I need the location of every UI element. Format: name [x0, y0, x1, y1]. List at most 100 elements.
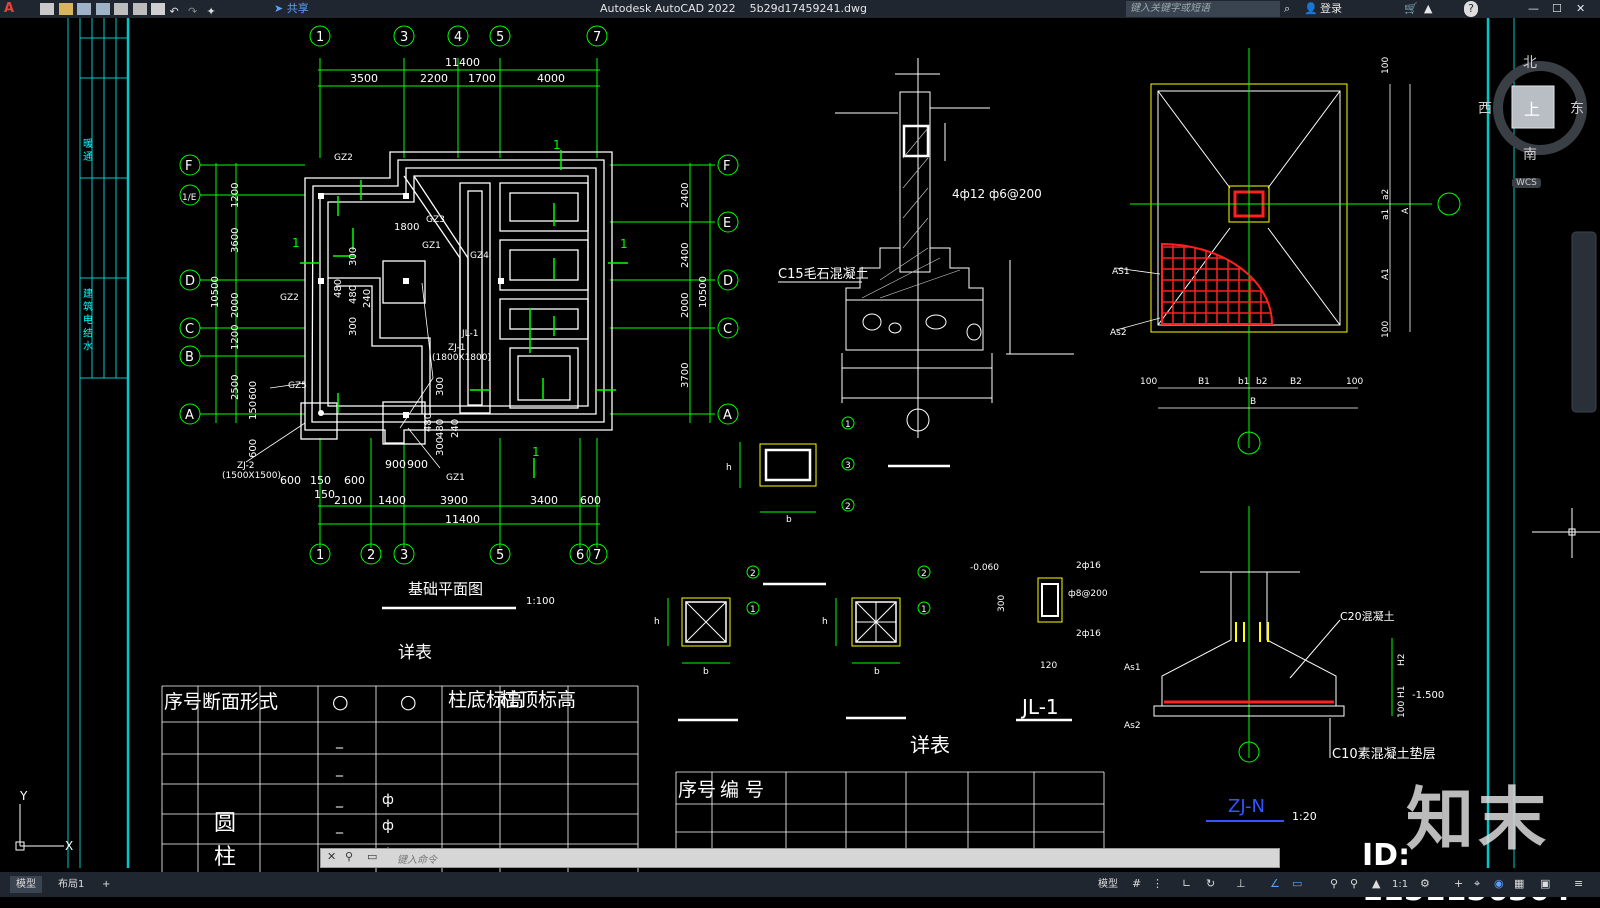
new-icon[interactable] — [40, 3, 54, 15]
axis-bubble-right-F: F — [717, 154, 739, 176]
annotation-scale-icon[interactable]: ▲ — [1372, 877, 1386, 891]
footing-section: C20混凝土 C10素混凝土垫层 -1.500 As1 As2 H2 H1 10… — [1124, 506, 1444, 823]
plan-dim-left-2: 3600 — [230, 228, 241, 253]
autoscale-icon[interactable]: ⚲ — [1350, 877, 1364, 891]
tab-layout1[interactable]: 布局1 — [52, 876, 90, 893]
snap-icon[interactable]: ⋮ — [1152, 877, 1166, 891]
table-right-h0: 序号 — [678, 779, 716, 801]
jl-stirrup: ф8@200 — [1068, 589, 1108, 599]
hardware-accel-icon[interactable]: ▦ — [1514, 877, 1528, 891]
lineweight-icon[interactable]: ▭ — [1292, 877, 1306, 891]
footing-label-a1: A1 — [1381, 268, 1391, 280]
cart-icon[interactable]: 🛒 — [1404, 1, 1418, 17]
otrack-icon[interactable]: ∠ — [1270, 877, 1284, 891]
axis-bubble-top-3: 3 — [393, 25, 415, 47]
crosshair-cursor — [1532, 508, 1600, 558]
jl-dim-elev: -0.060 — [970, 563, 999, 573]
publish-icon[interactable] — [132, 3, 147, 15]
viewcube-east[interactable]: 东 — [1570, 98, 1584, 118]
axis-bubble-top-4: 4 — [447, 25, 469, 47]
wcs-menu[interactable]: WCS — [1512, 178, 1541, 188]
svg-text:1: 1 — [316, 30, 324, 45]
viewcube-south[interactable]: 南 — [1523, 144, 1537, 164]
command-close-icon[interactable]: ✕ — [327, 850, 336, 863]
login-button[interactable]: 登录 — [1320, 1, 1342, 17]
foundation-plan: 11400 3500 2200 1700 4000 2100 1400 3900… — [179, 25, 739, 610]
isolate-icon[interactable]: ◉ — [1494, 877, 1508, 891]
viewcube-north[interactable]: 北 — [1523, 52, 1537, 72]
clean-screen-icon[interactable]: ▣ — [1540, 877, 1554, 891]
plan-dim-bottom-5: 600 — [580, 494, 601, 507]
save-as-icon[interactable] — [95, 3, 110, 15]
drawing-canvas[interactable]: 暖 通 建 筑 电 结 水 11400 3500 2200 1700 4000 … — [0, 18, 1600, 872]
svg-text:1/E: 1/E — [182, 193, 197, 203]
print-icon[interactable] — [151, 3, 165, 15]
search-input[interactable]: 键入关键字或短语 — [1126, 1, 1280, 17]
plan-label-zj2-size: (1500X1500) — [222, 471, 281, 481]
footing-dim-100d: 100 — [1381, 321, 1391, 338]
command-line[interactable]: ✕ ⚲ ▭ 键入命令 — [320, 848, 1280, 868]
open-icon[interactable] — [58, 3, 73, 15]
search-icon[interactable]: ⌕ — [1284, 1, 1290, 17]
annotation-visibility-icon[interactable]: ⚲ — [1330, 877, 1344, 891]
svg-text:D: D — [185, 274, 195, 289]
strip-label-2: 建 筑 电 结 水 — [81, 287, 93, 351]
svg-text:3: 3 — [400, 548, 408, 563]
minimize-icon[interactable]: — — [1528, 1, 1539, 17]
command-customize-icon[interactable]: ⚲ — [345, 850, 353, 863]
units-icon[interactable]: ⌖ — [1474, 877, 1488, 891]
plan-dim-inner-480c: 480 — [423, 413, 434, 432]
col3-marker-2: 2 — [921, 569, 927, 579]
tab-add[interactable]: + — [96, 876, 116, 893]
tab-model[interactable]: 模型 — [10, 876, 42, 893]
plan-dim-bottom-4: 3400 — [530, 494, 558, 507]
detail-table-right: 详表 序号 编 号 — [675, 733, 1105, 857]
plan-dim-inner-150b: 150 — [314, 488, 335, 501]
add-icon[interactable]: + — [1454, 877, 1468, 891]
user-icon[interactable]: 👤 — [1304, 1, 1318, 17]
save-icon[interactable] — [77, 3, 91, 15]
close-icon[interactable]: ✕ — [1576, 1, 1585, 17]
autodesk-account-icon[interactable]: ▲ — [1424, 1, 1432, 17]
osnap-icon[interactable]: ⊥ — [1236, 877, 1250, 891]
annotation-scale[interactable]: 1:1 — [1386, 876, 1414, 893]
plot-icon[interactable] — [114, 3, 128, 15]
share-button[interactable]: ➤ 共享 — [274, 1, 309, 17]
plan-dim-inner-480a: 480 — [333, 279, 344, 298]
viewcube-west[interactable]: 西 — [1478, 98, 1492, 118]
grid-icon[interactable]: # — [1132, 877, 1146, 891]
col2-marker-2: 2 — [750, 569, 756, 579]
plan-dim-top-total: 11400 — [445, 56, 480, 69]
workspace-gear-icon[interactable]: ⚙ — [1420, 877, 1434, 891]
axis-bubbles: 1 3 4 5 71 2 3 5 6 7F1/EDCBAFEDCA — [179, 25, 739, 565]
svg-text:3: 3 — [400, 30, 408, 45]
undo-icon[interactable]: ↶ — [170, 4, 184, 18]
polar-icon[interactable]: ↻ — [1206, 877, 1220, 891]
plan-dim-inner-1800: 1800 — [394, 222, 419, 233]
plan-dim-inner-900b: 900 — [407, 458, 428, 471]
plan-dim-left-3: 2000 — [230, 293, 241, 318]
maximize-icon[interactable]: ☐ — [1552, 1, 1562, 17]
plan-label-zj2: ZJ-2 — [237, 461, 254, 471]
command-input[interactable]: 键入命令 — [397, 851, 437, 866]
redo-icon[interactable]: ↷ — [188, 4, 202, 18]
model-space-toggle[interactable]: 模型 — [1092, 876, 1124, 893]
table-left-h2: ○ — [332, 691, 349, 713]
viewcube-top-face[interactable]: 上 — [1524, 96, 1540, 120]
svg-text:5: 5 — [496, 548, 504, 563]
navigation-bar[interactable] — [1571, 231, 1597, 413]
help-button[interactable]: ? — [1464, 1, 1478, 17]
viewcube[interactable]: 北 西 东 南 上 WCS — [1478, 55, 1590, 188]
command-history-icon[interactable]: ▭ — [367, 850, 377, 863]
plan-dim-bottom-total: 11400 — [445, 513, 480, 526]
app-menu-button[interactable]: A — [4, 1, 14, 17]
footing-label-a: A — [1401, 207, 1411, 214]
col-marker-3: 3 — [845, 461, 851, 471]
customize-icon[interactable]: ≡ — [1574, 877, 1588, 891]
section-label-as1: As1 — [1124, 663, 1141, 673]
table-left-title: 详表 — [398, 643, 432, 663]
workspace-icon[interactable]: ✦ — [207, 4, 221, 18]
ortho-icon[interactable]: ∟ — [1182, 877, 1196, 891]
footing-dim-100c: 100 — [1381, 57, 1391, 74]
col2-marker-1: 1 — [750, 605, 756, 615]
